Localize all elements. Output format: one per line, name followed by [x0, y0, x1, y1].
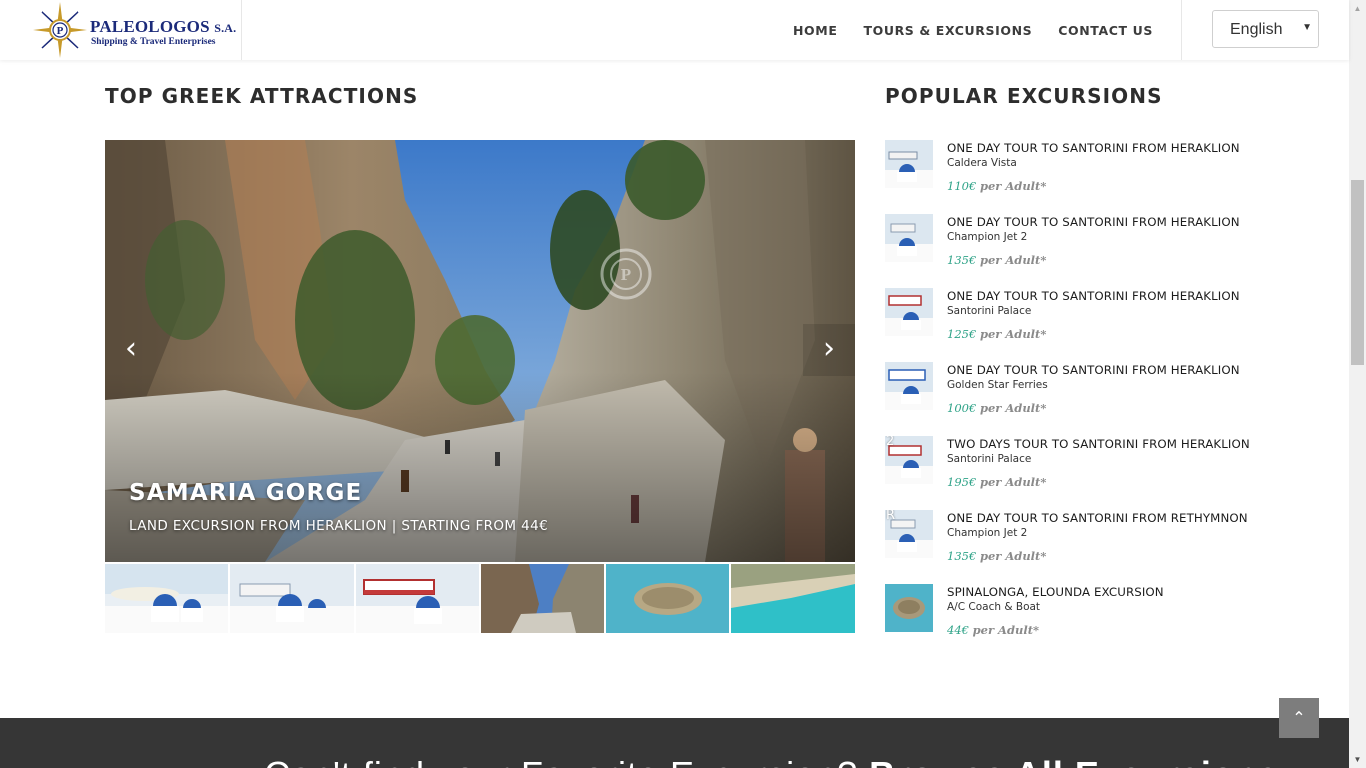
- excursion-badge: R: [886, 510, 896, 523]
- scroll-up-icon[interactable]: ▲: [1349, 0, 1366, 17]
- thumbnail-image: [230, 564, 354, 633]
- excursion-subtitle: Santorini Palace: [947, 305, 1032, 317]
- excursion-thumbnail: R: [885, 510, 933, 558]
- watermark-logo-icon: P: [600, 248, 652, 300]
- excursion-item[interactable]: ONE DAY TOUR TO SANTORINI FROM HERAKLION…: [885, 140, 1245, 210]
- price-unit: per Adult*: [979, 327, 1047, 341]
- excursion-title[interactable]: ONE DAY TOUR TO SANTORINI FROM HERAKLION: [947, 289, 1240, 303]
- site-header: P PALEOLOGOS S.A. Shipping & Travel Ente…: [0, 0, 1349, 60]
- attractions-slider[interactable]: P ‹ › SAMARIA GORGE LAND EXCURSION FROM …: [105, 140, 855, 562]
- excursion-badge: 2: [886, 436, 895, 449]
- excursion-item[interactable]: R ONE DAY TOUR TO SANTORINI FROM RETHYMN…: [885, 510, 1248, 580]
- thumbnail-spinalonga-island[interactable]: [606, 564, 730, 633]
- excursion-title[interactable]: ONE DAY TOUR TO SANTORINI FROM HERAKLION: [947, 141, 1240, 155]
- thumbnail-santorini-ferry-2[interactable]: [230, 564, 354, 633]
- caret-down-icon: ▼: [1302, 22, 1312, 33]
- excursion-title[interactable]: ONE DAY TOUR TO SANTORINI FROM HERAKLION: [947, 363, 1240, 377]
- browse-all-excursions-link[interactable]: Browse All Excursions ›: [869, 754, 1303, 768]
- cta-text: Can't find your Favorite Excursion? Brow…: [264, 754, 1303, 768]
- excursion-item[interactable]: 2 TWO DAYS TOUR TO SANTORINI FROM HERAKL…: [885, 436, 1250, 506]
- chevron-up-icon[interactable]: ⌃: [1279, 698, 1319, 738]
- price-unit: per Adult*: [972, 623, 1040, 637]
- logo[interactable]: P PALEOLOGOS S.A. Shipping & Travel Ente…: [30, 0, 242, 60]
- nav-contact-us[interactable]: CONTACT US: [1058, 23, 1153, 38]
- price-unit: per Adult*: [979, 401, 1047, 415]
- thumbnail-santorini-ferry-1[interactable]: [105, 564, 229, 633]
- cta-lead: Can't find your Favorite Excursion?: [264, 754, 858, 768]
- excursion-price: 135€ per Adult*: [947, 253, 1046, 267]
- chevron-left-icon[interactable]: ‹: [105, 324, 157, 376]
- attractions-title: TOP GREEK ATTRACTIONS: [105, 84, 419, 108]
- thumbnail-image: [105, 564, 229, 633]
- excursion-price: 125€ per Adult*: [947, 327, 1046, 341]
- page-scrollbar[interactable]: ▲ ▼: [1349, 0, 1366, 768]
- excursion-item[interactable]: ONE DAY TOUR TO SANTORINI FROM HERAKLION…: [885, 362, 1245, 432]
- excursion-thumbnail: [885, 584, 933, 632]
- excursion-price: 100€ per Adult*: [947, 401, 1046, 415]
- excursion-title[interactable]: ONE DAY TOUR TO SANTORINI FROM RETHYMNON: [947, 511, 1248, 525]
- svg-text:P: P: [621, 265, 631, 284]
- excursion-price: 135€ per Adult*: [947, 549, 1046, 563]
- excursion-thumbnail: [885, 288, 933, 336]
- thumbnail-image: [355, 564, 479, 633]
- scroll-down-icon[interactable]: ▼: [1349, 751, 1366, 768]
- slider-thumbnails: [105, 564, 855, 633]
- nav-home[interactable]: HOME: [793, 23, 837, 38]
- excursion-price: 110€ per Adult*: [947, 179, 1046, 193]
- language-select[interactable]: English ▼: [1212, 10, 1319, 48]
- thumbnail-image: [606, 564, 730, 633]
- excursion-thumbnail: 2: [885, 436, 933, 484]
- thumbnail-santorini-ferry-3[interactable]: [355, 564, 479, 633]
- language-selected: English: [1230, 21, 1283, 38]
- excursion-thumbnail: [885, 362, 933, 410]
- price-amount: 135€: [947, 549, 977, 563]
- slide-subtitle: LAND EXCURSION FROM HERAKLION | STARTING…: [129, 518, 549, 534]
- excursion-subtitle: Santorini Palace: [947, 453, 1032, 465]
- svg-text:P: P: [57, 25, 64, 37]
- nav-tours-excursions[interactable]: TOURS & EXCURSIONS: [863, 23, 1032, 38]
- excursion-subtitle: Golden Star Ferries: [947, 379, 1048, 391]
- excursion-item[interactable]: ONE DAY TOUR TO SANTORINI FROM HERAKLION…: [885, 288, 1245, 358]
- nav-divider: [1181, 0, 1182, 60]
- thumbnail-beach-lagoon[interactable]: [731, 564, 855, 633]
- price-unit: per Adult*: [979, 179, 1047, 193]
- scrollbar-thumb[interactable]: [1351, 180, 1364, 365]
- browse-cta-banner: Can't find your Favorite Excursion? Brow…: [0, 718, 1349, 768]
- chevron-right-icon[interactable]: ›: [803, 324, 855, 376]
- excursion-subtitle: Champion Jet 2: [947, 231, 1028, 243]
- price-amount: 135€: [947, 253, 977, 267]
- slide-title: SAMARIA GORGE: [129, 480, 363, 506]
- excursion-thumbnail: [885, 140, 933, 188]
- excursions-title: POPULAR EXCURSIONS: [885, 84, 1163, 108]
- price-unit: per Adult*: [979, 549, 1047, 563]
- thumbnail-image: [731, 564, 855, 633]
- excursion-thumbnail: [885, 214, 933, 262]
- excursion-subtitle: Champion Jet 2: [947, 527, 1028, 539]
- logo-suffix: S.A.: [214, 21, 237, 35]
- excursion-item[interactable]: ONE DAY TOUR TO SANTORINI FROM HERAKLION…: [885, 214, 1245, 284]
- price-amount: 125€: [947, 327, 977, 341]
- price-amount: 195€: [947, 475, 977, 489]
- price-amount: 44€: [947, 623, 969, 637]
- excursion-title[interactable]: SPINALONGA, ELOUNDA EXCURSION: [947, 585, 1164, 599]
- logo-name: PALEOLOGOS: [90, 17, 210, 36]
- price-unit: per Adult*: [979, 475, 1047, 489]
- excursion-title[interactable]: TWO DAYS TOUR TO SANTORINI FROM HERAKLIO…: [947, 437, 1250, 451]
- price-unit: per Adult*: [979, 253, 1047, 267]
- logo-tagline: Shipping & Travel Enterprises: [91, 37, 216, 47]
- thumbnail-samaria-gorge[interactable]: [480, 564, 605, 633]
- main-nav: HOME TOURS & EXCURSIONS CONTACT US: [780, 0, 1166, 60]
- price-amount: 100€: [947, 401, 977, 415]
- excursion-subtitle: A/C Coach & Boat: [947, 601, 1041, 613]
- excursion-title[interactable]: ONE DAY TOUR TO SANTORINI FROM HERAKLION: [947, 215, 1240, 229]
- excursion-item[interactable]: SPINALONGA, ELOUNDA EXCURSION A/C Coach …: [885, 584, 1245, 654]
- excursion-subtitle: Caldera Vista: [947, 157, 1017, 169]
- excursion-price: 195€ per Adult*: [947, 475, 1046, 489]
- compass-logo-icon: P: [33, 2, 87, 58]
- price-amount: 110€: [947, 179, 977, 193]
- thumbnail-image: [480, 564, 605, 633]
- excursion-price: 44€ per Adult*: [947, 623, 1039, 637]
